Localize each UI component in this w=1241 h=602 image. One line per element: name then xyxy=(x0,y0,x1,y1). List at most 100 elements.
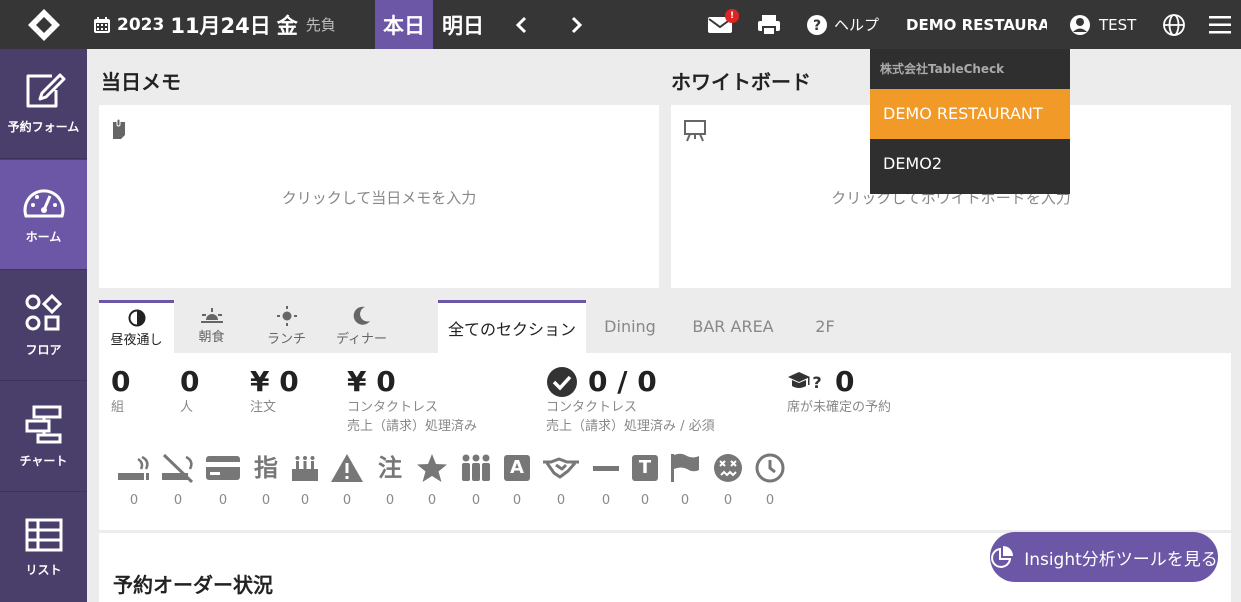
user-menu[interactable]: TEST xyxy=(1069,0,1136,49)
sidebar-item-chart[interactable]: チャート xyxy=(0,382,87,492)
badge-count: 0 xyxy=(601,493,611,508)
sidebar-item-list[interactable]: リスト xyxy=(0,493,87,602)
stat-label: 注文 xyxy=(250,400,277,415)
tab-section-bar-area[interactable]: BAR AREA xyxy=(680,300,786,353)
no-smoking-icon xyxy=(162,453,194,483)
chevron-right-icon xyxy=(571,16,583,33)
date-picker[interactable]: 2023 11月24日 金 先負 xyxy=(93,0,336,49)
tab-breakfast[interactable]: 朝食 xyxy=(174,300,249,353)
badge-count: 0 xyxy=(173,493,183,508)
dizzy-face-icon xyxy=(714,454,742,482)
badge-group[interactable]: 0 xyxy=(456,453,496,508)
stat-label: 組 xyxy=(111,400,125,415)
badge-count: 0 xyxy=(218,493,228,508)
tab-lunch[interactable]: ランチ xyxy=(249,300,324,353)
tab-section-2f[interactable]: 2F xyxy=(800,300,850,353)
badge-dizzy[interactable]: 0 xyxy=(708,453,748,508)
dropdown-item-demo-restaurant[interactable]: DEMO RESTAURANT xyxy=(870,89,1070,139)
badge-warning[interactable]: 0 xyxy=(327,453,367,508)
memo-card[interactable]: クリックして当日メモを入力 xyxy=(99,105,659,288)
sun-icon xyxy=(276,306,297,326)
messages-button[interactable]: ! xyxy=(708,0,739,49)
moon-icon xyxy=(353,306,370,325)
sidebar-item-floor[interactable]: フロア xyxy=(0,271,87,381)
logo-icon xyxy=(27,8,60,41)
tablecheck-logo[interactable] xyxy=(0,0,87,49)
next-day-button[interactable] xyxy=(562,0,592,49)
badge-count: 0 xyxy=(129,493,139,508)
badge-no-smoking[interactable]: 0 xyxy=(158,453,198,508)
badge-t[interactable]: T 0 xyxy=(625,453,665,508)
svg-text:?: ? xyxy=(812,373,821,392)
help-button[interactable]: ? ヘルプ xyxy=(806,0,879,49)
dropdown-company: 株式会社TableCheck xyxy=(880,62,1005,76)
badge-handshake[interactable]: 0 xyxy=(541,453,581,508)
nominated-icon: 指 xyxy=(254,454,278,482)
stat-value: 0 xyxy=(835,365,855,398)
badge-note[interactable]: 注 0 xyxy=(370,453,410,508)
stat-label: コンタクトレス xyxy=(347,400,439,415)
handshake-icon xyxy=(543,457,579,479)
stat-value: 0 / 0 xyxy=(588,365,657,398)
badge-smoking[interactable]: 0 xyxy=(114,453,154,508)
hamburger-menu-button[interactable] xyxy=(1209,0,1231,49)
insight-button[interactable]: Insight分析ツールを見る xyxy=(990,532,1218,582)
stat-sublabel: 売上（請求）処理済み / 必須 xyxy=(546,419,715,434)
restaurant-selector[interactable]: DEMO RESTAURANT xyxy=(899,0,1047,49)
stat-label: 席が未確定の予約 xyxy=(787,400,892,415)
top-bar: 2023 11月24日 金 先負 本日 明日 ! ? ヘルプ DEMO REST… xyxy=(0,0,1241,49)
stats-panel: 0 組 0 人 ¥ 0 注文 ¥ 0 コンタクトレス 売上（請求）処理済み 0 … xyxy=(99,353,1231,530)
whiteboard-title: ホワイトボード xyxy=(671,70,811,94)
badge-birthday[interactable]: 0 xyxy=(285,453,325,508)
stat-label: 人 xyxy=(180,400,194,415)
print-button[interactable] xyxy=(757,0,781,49)
dropdown-item-demo2[interactable]: DEMO2 xyxy=(870,139,1070,189)
prev-day-button[interactable] xyxy=(506,0,536,49)
printer-icon xyxy=(758,14,780,36)
language-button[interactable] xyxy=(1162,0,1186,49)
badge-count: 0 xyxy=(342,493,352,508)
badge-nominated[interactable]: 指 0 xyxy=(246,453,286,508)
stat-value-row: ? 0 xyxy=(787,365,891,398)
badge-count: 0 xyxy=(261,493,271,508)
badge-minus[interactable]: 0 xyxy=(586,453,626,508)
meal-tab-label: 朝食 xyxy=(198,330,225,345)
sidebar-item-label: フロア xyxy=(25,343,62,357)
badge-a[interactable]: A 0 xyxy=(497,453,537,508)
tab-section-dining[interactable]: Dining xyxy=(590,300,670,353)
badge-clock[interactable]: 0 xyxy=(750,453,790,508)
stat-value: 0 xyxy=(111,365,131,398)
sunrise-icon xyxy=(200,308,223,323)
stat-contactless-ratio: 0 / 0 コンタクトレス 売上（請求）処理済み / 必須 xyxy=(546,365,715,436)
star-icon xyxy=(417,454,447,482)
t-badge-frame: T xyxy=(632,453,658,483)
today-button[interactable]: 本日 xyxy=(375,0,433,49)
badge-credit-card[interactable]: 0 xyxy=(203,453,243,508)
stat-orders: ¥ 0 注文 xyxy=(250,365,299,417)
pie-chart-icon xyxy=(991,546,1014,568)
badge-star[interactable]: 0 xyxy=(412,453,452,508)
sidebar-item-home[interactable]: ホーム xyxy=(0,160,87,270)
stat-label: コンタクトレス xyxy=(546,400,638,415)
sidebar-item-label: ホーム xyxy=(25,230,62,244)
badge-count: 0 xyxy=(385,493,395,508)
badge-count: 0 xyxy=(300,493,310,508)
date-month-day: 11月24日 xyxy=(170,13,271,38)
table-list-icon xyxy=(25,518,62,552)
check-circle-icon xyxy=(547,366,577,397)
svg-text:?: ? xyxy=(813,18,821,34)
stat-value: ¥ 0 xyxy=(250,365,299,398)
tab-dinner[interactable]: ディナー xyxy=(324,300,399,353)
memo-icon xyxy=(113,119,125,139)
birthday-cake-icon xyxy=(292,456,318,481)
badge-count: 0 xyxy=(427,493,437,508)
memo-placeholder: クリックして当日メモを入力 xyxy=(281,189,477,207)
a-badge-frame: A xyxy=(504,453,530,483)
sidebar-item-reservation-form[interactable]: 予約フォーム xyxy=(0,49,87,159)
badge-flag[interactable]: 0 xyxy=(665,453,705,508)
tomorrow-button[interactable]: 明日 xyxy=(433,0,493,49)
tab-all-sections[interactable]: 全てのセクション xyxy=(438,300,586,353)
tab-all-day[interactable]: 昼夜通し xyxy=(99,300,174,353)
user-circle-icon xyxy=(1070,14,1090,35)
stat-people: 0 人 xyxy=(180,365,199,417)
